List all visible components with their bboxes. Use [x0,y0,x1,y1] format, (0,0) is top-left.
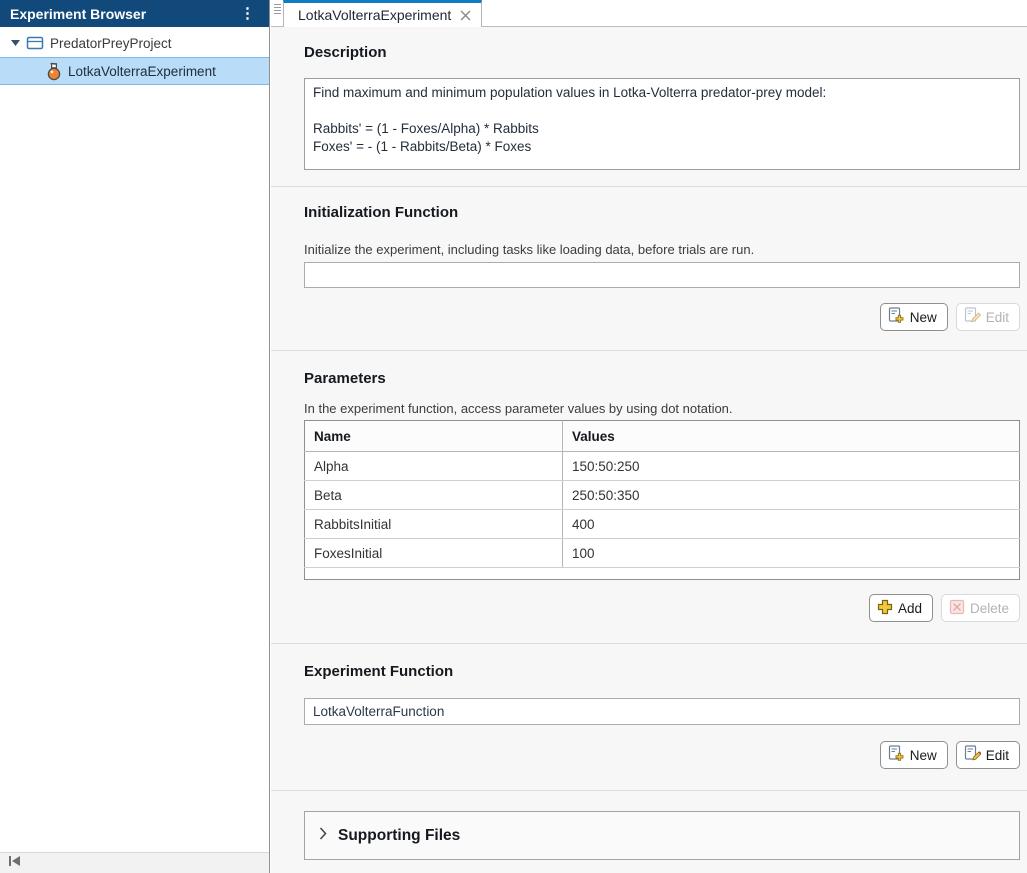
experiment-editor-panel: LotkaVolterraExperiment Description Find… [271,0,1027,873]
param-values-cell[interactable]: 100 [562,538,1020,568]
param-values-cell[interactable]: 400 [562,509,1020,539]
tab-label: LotkaVolterraExperiment [298,7,452,23]
param-name-cell[interactable]: Beta [304,480,563,510]
add-parameter-button[interactable]: Add [868,594,933,622]
param-name-cell[interactable]: RabbitsInitial [304,509,563,539]
init-new-button[interactable]: New [879,303,948,331]
parameters-buttons: Add Delete [304,594,1020,622]
initialization-help: Initialize the experiment, including tas… [304,242,755,257]
button-label: New [909,309,937,325]
experiment-flask-icon [46,62,62,81]
initialization-buttons: New Edit [304,303,1020,331]
init-edit-button: Edit [955,303,1020,331]
param-values-cell[interactable]: 250:50:350 [562,480,1020,510]
delete-x-icon [949,599,965,618]
plus-icon [877,599,893,618]
table-header-row: Name Values [304,420,1020,452]
table-empty-row [305,568,1020,580]
section-divider [271,350,1027,351]
exp-new-button[interactable]: New [879,741,948,769]
project-box-icon [26,35,44,51]
project-label: PredatorPreyProject [50,35,172,51]
delete-parameter-button: Delete [940,594,1020,622]
experiment-function-title: Experiment Function [304,663,454,680]
param-name-cell[interactable]: Alpha [304,451,563,481]
edit-pencil-icon [964,307,981,327]
supporting-files-accordion[interactable]: Supporting Files [304,811,1020,860]
tree-item-experiment[interactable]: LotkaVolterraExperiment [0,57,269,85]
experiment-browser-header: Experiment Browser ⋮ [0,0,269,27]
experiment-form: Description Find maximum and minimum pop… [271,27,1027,860]
param-values-cell[interactable]: 150:50:250 [562,451,1020,481]
panel-grip-icon[interactable] [271,0,283,26]
experiment-function-input[interactable] [304,698,1020,725]
experiment-browser-panel: Experiment Browser ⋮ PredatorPreyProject [0,0,270,873]
tree-item-project[interactable]: PredatorPreyProject [0,29,269,57]
section-divider [271,643,1027,644]
parameters-title: Parameters [304,370,386,387]
button-label: Edit [985,747,1009,763]
panel-title: Experiment Browser [10,5,147,22]
new-script-icon [888,307,905,327]
collapse-panel-icon[interactable] [8,854,22,872]
initialization-title: Initialization Function [304,204,459,221]
exp-edit-button[interactable]: Edit [955,741,1020,769]
experiment-label: LotkaVolterraExperiment [68,63,216,79]
button-label: Delete [969,600,1009,616]
parameters-help: In the experiment function, access param… [304,401,733,416]
column-header-name[interactable]: Name [304,420,563,452]
project-tree: PredatorPreyProject LotkaVolterraExperim… [0,27,269,85]
sidebar-footer [0,852,269,873]
panel-menu-icon[interactable]: ⋮ [234,6,261,21]
tree-expand-icon[interactable] [8,40,22,46]
new-script-icon [888,745,905,765]
button-label: Add [897,600,922,616]
chevron-right-icon [319,826,327,845]
description-textarea[interactable]: Find maximum and minimum population valu… [304,78,1020,170]
parameters-table: Name Values Alpha 150:50:250 Beta 250:50… [304,420,1020,580]
experiment-function-buttons: New Edit [304,741,1020,769]
button-label: New [909,747,937,763]
section-divider [271,186,1027,187]
supporting-files-title: Supporting Files [338,826,461,844]
column-header-values[interactable]: Values [562,420,1020,452]
edit-pencil-icon [964,745,982,765]
param-name-cell[interactable]: FoxesInitial [304,538,563,568]
tab-lotkavolterraexperiment[interactable]: LotkaVolterraExperiment [283,0,483,27]
tab-bar: LotkaVolterraExperiment [271,0,1027,27]
initialization-function-input[interactable] [304,262,1020,288]
description-title: Description [304,44,387,61]
section-divider [271,790,1027,791]
table-row[interactable]: FoxesInitial 100 [304,538,1020,568]
table-row[interactable]: Beta 250:50:350 [304,480,1020,510]
button-label: Edit [985,309,1009,325]
table-row[interactable]: Alpha 150:50:250 [304,451,1020,481]
close-icon[interactable] [460,10,471,21]
table-row[interactable]: RabbitsInitial 400 [304,509,1020,539]
